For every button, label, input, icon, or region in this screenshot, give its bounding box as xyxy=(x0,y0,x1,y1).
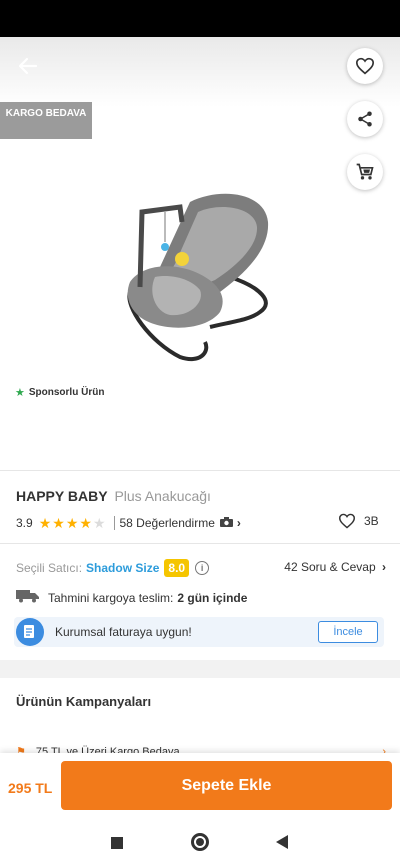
divider xyxy=(0,543,400,544)
price: 295 TL xyxy=(8,780,53,796)
rating-value: 3.9 xyxy=(16,516,33,530)
likes-count: 3B xyxy=(364,514,379,528)
divider xyxy=(0,470,400,471)
reviews-link[interactable]: 58 Değerlendirme xyxy=(120,516,215,530)
sponsored-text: Sponsorlu Ürün xyxy=(28,387,105,398)
favorite-button[interactable] xyxy=(347,48,383,84)
free-shipping-badge: KARGO BEDAVA xyxy=(0,102,92,139)
corporate-invoice-banner: Kurumsal faturaya uygun! İncele xyxy=(14,617,384,647)
camera-icon xyxy=(219,516,233,530)
share-icon xyxy=(358,111,372,127)
delivery-value: 2 gün içinde xyxy=(177,590,248,605)
questions-label: 42 Soru & Cevap xyxy=(284,560,376,574)
rating-stars: ★ ★ ★ ★ ★ xyxy=(39,516,106,530)
back-icon[interactable] xyxy=(276,835,288,849)
delivery-label: Tahmini kargoya teslim: xyxy=(48,590,174,605)
product-name: Plus Anakucağı xyxy=(114,488,211,504)
star-icon: ★ xyxy=(92,515,106,531)
sponsored-label: ★ Sponsorlu Ürün xyxy=(15,386,104,399)
star-icon: ★ xyxy=(65,515,79,531)
heart-icon xyxy=(338,513,356,529)
inspect-button[interactable]: İncele xyxy=(318,621,378,643)
rating-row: 3.9 ★ ★ ★ ★ ★ 58 Değerlendirme › 3B xyxy=(16,513,386,532)
star-icon: ★ xyxy=(38,515,52,531)
product-image[interactable] xyxy=(110,182,280,362)
star-icon: ★ xyxy=(15,387,25,399)
back-arrow-icon[interactable] xyxy=(14,54,42,78)
questions-link[interactable]: 42 Soru & Cevap › xyxy=(284,560,386,574)
bottom-action-bar: 295 TL Sepete Ekle xyxy=(0,753,400,819)
section-gap xyxy=(0,660,400,678)
recents-icon[interactable] xyxy=(111,837,123,849)
add-to-cart-button[interactable]: Sepete Ekle xyxy=(61,761,392,810)
seller-score-badge: 8.0 xyxy=(164,559,190,577)
invoice-icon xyxy=(16,618,44,646)
system-nav-bar xyxy=(0,819,400,866)
truck-icon xyxy=(16,589,40,606)
seller-label: Seçili Satıcı: xyxy=(16,561,83,575)
invoice-text: Kurumsal faturaya uygun! xyxy=(55,625,192,639)
share-button[interactable] xyxy=(347,101,383,137)
cart-button[interactable] xyxy=(347,154,383,190)
delivery-row: Tahmini kargoya teslim: 2 gün içinde xyxy=(16,589,247,606)
cart-icon xyxy=(356,163,374,180)
star-icon: ★ xyxy=(52,515,65,531)
brand-name[interactable]: HAPPY BABY xyxy=(16,488,108,504)
like-count[interactable]: 3B xyxy=(338,513,379,529)
separator xyxy=(113,516,115,530)
chevron-right-icon[interactable]: › xyxy=(237,516,241,530)
campaigns-title: Ürünün Kampanyaları xyxy=(16,694,152,709)
seller-name-link[interactable]: Shadow Size xyxy=(86,561,159,575)
heart-icon xyxy=(355,57,375,75)
seller-row: Seçili Satıcı: Shadow Size 8.0 i 42 Soru… xyxy=(16,558,386,578)
product-title: HAPPY BABY Plus Anakucağı xyxy=(16,488,211,504)
chevron-right-icon: › xyxy=(382,560,386,574)
home-icon[interactable] xyxy=(191,833,209,851)
info-icon[interactable]: i xyxy=(195,561,210,575)
status-bar xyxy=(0,0,400,37)
star-icon: ★ xyxy=(79,515,92,531)
